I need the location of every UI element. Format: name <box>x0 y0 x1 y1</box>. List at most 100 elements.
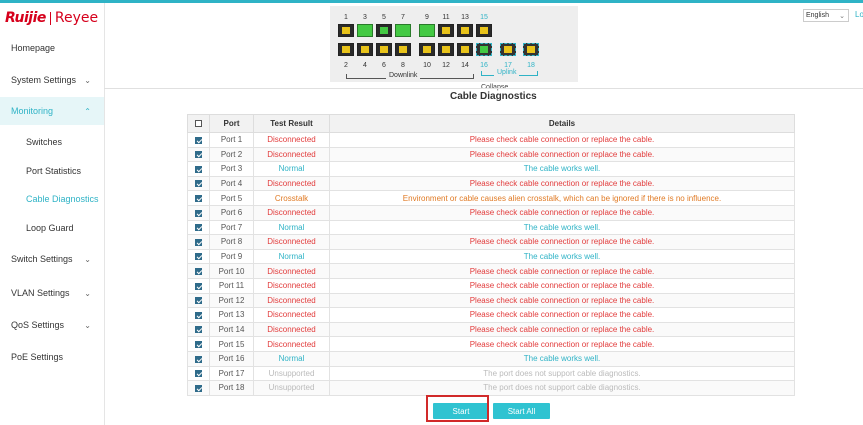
result-cell: Normal <box>253 350 330 367</box>
sidebar-item-label: QoS Settings <box>11 320 65 330</box>
port-12[interactable] <box>438 43 454 56</box>
sidebar-item-vlan-settings[interactable]: VLAN Settings ⌄ <box>0 279 104 307</box>
sidebar-item-switch-settings[interactable]: Switch Settings ⌄ <box>0 245 104 273</box>
sidebar-item-switches[interactable]: Switches <box>0 128 104 156</box>
details-cell: Please check cable connection or replace… <box>329 234 795 250</box>
details-cell: Please check cable connection or replace… <box>329 146 795 163</box>
details-cell: The cable works well. <box>329 350 795 367</box>
port-13[interactable] <box>457 24 473 37</box>
table-row: Port 10 Disconnected Please check cable co… <box>187 263 795 279</box>
row-checkbox[interactable] <box>195 341 202 348</box>
start-all-button[interactable]: Start All <box>493 403 550 419</box>
language-select[interactable]: English ⌄ <box>803 9 849 22</box>
port-17[interactable] <box>500 43 516 56</box>
details-cell: Environment or cable causes alien crosst… <box>329 190 795 206</box>
port-6[interactable] <box>376 43 392 56</box>
row-checkbox[interactable] <box>195 136 202 144</box>
port-number: 5 <box>382 14 386 21</box>
row-checkbox[interactable] <box>195 326 202 334</box>
table-row: Port 6 Disconnected Please check cable con… <box>187 204 795 221</box>
result-cell: Disconnected <box>253 234 330 250</box>
result-cell: Disconnected <box>253 204 330 221</box>
result-cell: Disconnected <box>253 146 330 163</box>
sidebar-item-qos-settings[interactable]: QoS Settings ⌄ <box>0 311 104 339</box>
row-checkbox[interactable] <box>195 195 202 203</box>
row-checkbox[interactable] <box>195 370 202 378</box>
row-select-cell <box>187 219 210 236</box>
port-number: 15 <box>480 14 488 21</box>
row-checkbox[interactable] <box>195 253 202 261</box>
row-checkbox[interactable] <box>195 224 202 232</box>
details-cell: The port does not support cable diagnost… <box>329 380 795 396</box>
sidebar-item-label: Switches <box>26 137 63 147</box>
port-9[interactable] <box>419 24 435 37</box>
row-checkbox[interactable] <box>195 268 202 276</box>
port-8[interactable] <box>395 43 411 56</box>
port-3[interactable] <box>357 24 373 37</box>
port-1[interactable] <box>338 24 354 37</box>
port-cell: Port 5 <box>209 190 254 206</box>
port-7[interactable] <box>395 24 411 37</box>
port-11[interactable] <box>438 24 454 37</box>
port-number: 4 <box>363 62 367 69</box>
port-14[interactable] <box>457 43 473 56</box>
sidebar-item-label: Switch Settings <box>11 254 73 264</box>
port-15[interactable] <box>476 24 492 37</box>
sidebar: Ruijie Reyee Homepage System Settings ⌄ … <box>0 3 105 425</box>
port-10[interactable] <box>419 43 435 56</box>
port-number: 12 <box>442 62 450 69</box>
row-checkbox[interactable] <box>195 180 202 188</box>
row-checkbox[interactable] <box>195 311 202 319</box>
table-row: Port 7 Normal The cable works well. <box>187 219 795 236</box>
chevron-down-icon: ⌄ <box>839 12 845 20</box>
result-cell: Disconnected <box>253 263 330 279</box>
row-checkbox[interactable] <box>195 384 202 392</box>
sidebar-item-poe-settings[interactable]: PoE Settings <box>0 343 104 371</box>
logo-separator <box>49 11 51 25</box>
select-all-checkbox[interactable] <box>195 120 202 128</box>
result-cell: Disconnected <box>253 132 330 148</box>
row-checkbox[interactable] <box>195 238 202 246</box>
sidebar-item-monitoring[interactable]: Monitoring ⌃ <box>0 97 104 125</box>
details-cell: Please check cable connection or replace… <box>329 307 795 323</box>
row-checkbox[interactable] <box>195 355 202 363</box>
logout-link[interactable]: Lo <box>855 10 863 19</box>
port-cell: Port 16 <box>209 350 254 367</box>
sidebar-item-system-settings[interactable]: System Settings ⌄ <box>0 66 104 94</box>
details-cell: Please check cable connection or replace… <box>329 321 795 338</box>
table-row: Port 14 Disconnected Please check cable co… <box>187 321 795 338</box>
row-select-cell <box>187 263 210 279</box>
port-cell: Port 11 <box>209 277 254 294</box>
sidebar-item-label: System Settings <box>11 75 77 85</box>
port-4[interactable] <box>357 43 373 56</box>
port-2[interactable] <box>338 43 354 56</box>
downlink-label: Downlink <box>386 72 421 79</box>
result-cell: Disconnected <box>253 292 330 309</box>
row-checkbox[interactable] <box>195 165 202 173</box>
port-5[interactable] <box>376 24 392 37</box>
row-select-cell <box>187 204 210 221</box>
sidebar-item-label: Port Statistics <box>26 166 82 176</box>
port-cell: Port 3 <box>209 161 254 177</box>
row-select-cell <box>187 234 210 250</box>
sidebar-item-homepage[interactable]: Homepage <box>0 34 104 62</box>
row-checkbox[interactable] <box>195 209 202 217</box>
row-checkbox[interactable] <box>195 282 202 290</box>
port-number: 8 <box>401 62 405 69</box>
column-header-port: Port <box>209 114 254 133</box>
row-checkbox[interactable] <box>195 151 202 159</box>
sidebar-item-cable-diagnostics[interactable]: Cable Diagnostics <box>0 185 104 213</box>
result-cell: Unsupported <box>253 365 330 382</box>
sidebar-item-loop-guard[interactable]: Loop Guard <box>0 214 104 242</box>
table-header-row: Port Test Result Details <box>187 114 795 133</box>
table-row: Port 15 Disconnected Please check cable co… <box>187 336 795 352</box>
divider <box>104 88 863 89</box>
port-16[interactable] <box>476 43 492 56</box>
result-cell: Disconnected <box>253 321 330 338</box>
port-number: 1 <box>344 14 348 21</box>
sidebar-item-port-statistics[interactable]: Port Statistics <box>0 157 104 185</box>
chevron-down-icon: ⌄ <box>84 254 91 264</box>
port-18[interactable] <box>523 43 539 56</box>
row-checkbox[interactable] <box>195 297 202 305</box>
select-all-cell <box>187 114 210 133</box>
